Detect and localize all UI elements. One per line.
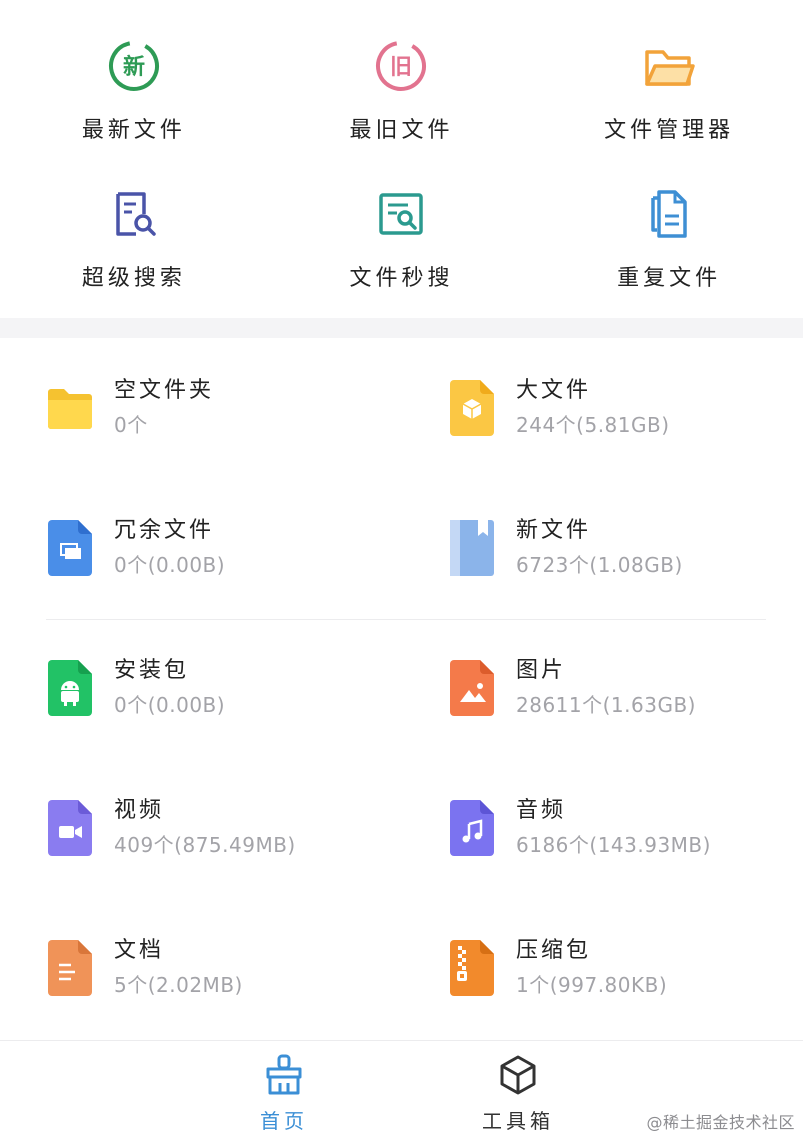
category-name: 新文件	[516, 518, 592, 543]
category-documents[interactable]: 文档 5个(2.02MB)	[0, 898, 402, 1038]
image-file-icon	[448, 660, 496, 716]
category-meta: 6723个(1.08GB)	[516, 553, 683, 577]
category-meta: 409个(875.49MB)	[114, 833, 296, 857]
quick-item-newest-files[interactable]: 新 最新文件	[0, 12, 268, 160]
folder-open-icon	[641, 38, 697, 94]
category-images[interactable]: 图片 28611个(1.63GB)	[402, 618, 803, 758]
quick-item-oldest-files[interactable]: 旧 最旧文件	[268, 12, 536, 160]
quick-item-label: 最旧文件	[349, 118, 454, 143]
document-file-icon	[46, 940, 94, 996]
category-videos[interactable]: 视频 409个(875.49MB)	[0, 758, 402, 898]
category-name: 音频	[516, 798, 567, 823]
category-name: 空文件夹	[114, 378, 215, 403]
large-file-icon	[448, 380, 496, 436]
category-grid: 空文件夹 0个 大文件 244个(5.81GB) 冗余文件 0个(0.00B) …	[0, 338, 803, 1038]
watermark: @稀土掘金技术社区	[646, 1113, 795, 1132]
quick-item-file-manager[interactable]: 文件管理器	[535, 12, 803, 160]
category-meta: 6186个(143.93MB)	[516, 833, 711, 857]
category-name: 压缩包	[516, 938, 592, 963]
new-badge-text: 新	[123, 54, 145, 80]
new-badge-icon: 新	[106, 38, 162, 94]
nav-label-toolbox: 工具箱	[482, 1109, 554, 1133]
quick-item-super-search[interactable]: 超级搜索	[0, 160, 268, 308]
old-badge-icon: 旧	[373, 38, 429, 94]
new-file-book-icon	[448, 520, 496, 576]
duplicate-file-icon	[641, 186, 697, 242]
section-divider	[0, 318, 803, 338]
quick-item-label: 最新文件	[81, 118, 186, 143]
quick-item-label: 文件秒搜	[349, 266, 454, 291]
category-large-files[interactable]: 大文件 244个(5.81GB)	[402, 338, 803, 478]
category-empty-folders[interactable]: 空文件夹 0个	[0, 338, 402, 478]
category-name: 图片	[516, 658, 567, 683]
category-meta: 0个(0.00B)	[114, 693, 226, 717]
category-meta: 1个(997.80KB)	[516, 973, 668, 997]
category-name: 冗余文件	[114, 518, 215, 543]
quick-item-duplicate-files[interactable]: 重复文件	[535, 160, 803, 308]
category-redundant-files[interactable]: 冗余文件 0个(0.00B)	[0, 478, 402, 618]
category-name: 文档	[114, 938, 165, 963]
zip-file-icon	[448, 940, 496, 996]
nav-tab-toolbox[interactable]: 工具箱	[458, 1053, 578, 1134]
list-divider	[46, 619, 766, 620]
video-file-icon	[46, 800, 94, 856]
broom-icon	[262, 1053, 306, 1097]
redundant-file-icon	[46, 520, 94, 576]
category-meta: 0个	[114, 413, 148, 437]
quick-item-label: 文件管理器	[604, 118, 735, 143]
quick-access-grid: 新 最新文件 旧 最旧文件 文件管理器 超级搜索 文件秒搜 重复文件	[0, 0, 803, 318]
nav-tab-home[interactable]: 首页	[224, 1053, 344, 1134]
nav-label-home: 首页	[260, 1109, 308, 1133]
cube-icon	[496, 1053, 540, 1097]
folder-icon	[46, 380, 94, 436]
document-scan-icon	[373, 186, 429, 242]
document-search-icon	[106, 186, 162, 242]
quick-item-label: 重复文件	[617, 266, 722, 291]
category-meta: 28611个(1.63GB)	[516, 693, 696, 717]
android-package-icon	[46, 660, 94, 716]
category-meta: 244个(5.81GB)	[516, 413, 670, 437]
quick-item-label: 超级搜索	[81, 266, 186, 291]
category-name: 大文件	[516, 378, 592, 403]
old-badge-text: 旧	[390, 55, 412, 80]
category-audio[interactable]: 音频 6186个(143.93MB)	[402, 758, 803, 898]
category-archives[interactable]: 压缩包 1个(997.80KB)	[402, 898, 803, 1038]
audio-file-icon	[448, 800, 496, 856]
category-new-files[interactable]: 新文件 6723个(1.08GB)	[402, 478, 803, 618]
category-meta: 0个(0.00B)	[114, 553, 226, 577]
quick-item-quick-search[interactable]: 文件秒搜	[268, 160, 536, 308]
category-name: 视频	[114, 798, 165, 823]
category-meta: 5个(2.02MB)	[114, 973, 243, 997]
category-install-packages[interactable]: 安装包 0个(0.00B)	[0, 618, 402, 758]
category-name: 安装包	[114, 658, 190, 683]
app-root: 新 最新文件 旧 最旧文件 文件管理器 超级搜索 文件秒搜 重复文件 空文件夹 …	[0, 0, 803, 1141]
